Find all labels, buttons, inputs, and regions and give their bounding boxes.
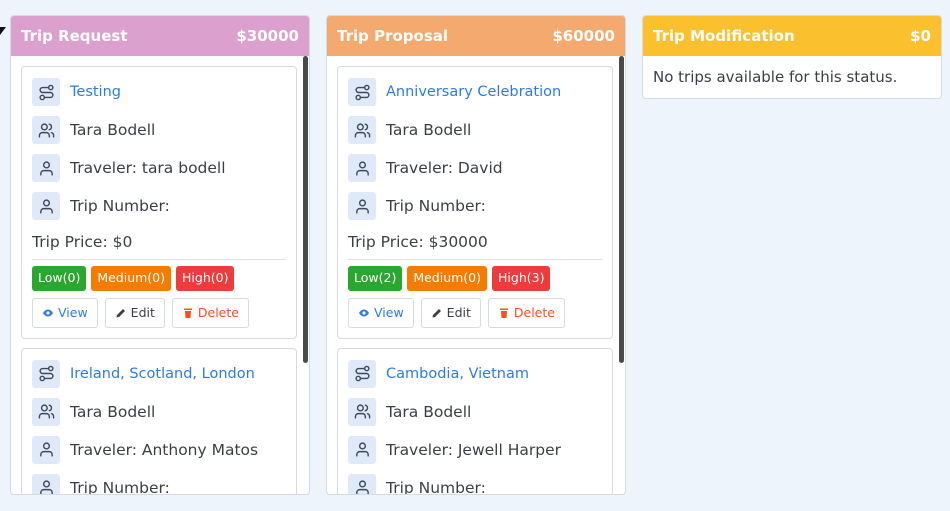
- client-name: Tara Bodell: [386, 121, 472, 139]
- route-icon: [348, 78, 376, 106]
- scrollbar[interactable]: [619, 56, 624, 363]
- user-icon: [348, 473, 376, 494]
- traveler-text: Traveler: David: [386, 159, 503, 177]
- users-icon: [32, 116, 60, 144]
- column-trip-modification: Trip Modification $0 No trips available …: [642, 15, 942, 99]
- column-trip-proposal: Trip Proposal $60000 Anniversary Celebra…: [326, 15, 626, 495]
- column-body[interactable]: Anniversary Celebration Tara Bodell Trav…: [327, 56, 625, 494]
- trip-name-link[interactable]: Ireland, Scotland, London: [70, 366, 255, 382]
- trip-price: Trip Price: $30000: [348, 225, 602, 260]
- priority-low-badge[interactable]: Low(2): [348, 266, 403, 291]
- user-icon: [32, 154, 60, 182]
- eye-icon: [359, 309, 369, 316]
- users-icon: [348, 397, 376, 426]
- delete-label: Delete: [197, 305, 239, 320]
- user-icon: [348, 435, 376, 464]
- view-label: View: [58, 305, 88, 320]
- traveler-text: Traveler: Jewell Harper: [386, 440, 561, 459]
- column-header: Trip Proposal $60000: [327, 16, 625, 56]
- trip-name-link[interactable]: Testing: [70, 84, 121, 100]
- priority-high-badge[interactable]: High(0): [176, 266, 235, 291]
- empty-state-text: No trips available for this status.: [653, 68, 898, 86]
- view-button[interactable]: View: [32, 297, 98, 328]
- trash-icon: [183, 308, 192, 318]
- edit-label: Edit: [446, 305, 471, 320]
- trip-name-link[interactable]: Cambodia, Vietnam: [386, 366, 529, 382]
- pencil-icon: [116, 308, 125, 317]
- users-icon: [32, 397, 60, 426]
- trip-card: Anniversary Celebration Tara Bodell Trav…: [337, 66, 613, 339]
- route-icon: [348, 359, 376, 388]
- user-icon: [32, 473, 60, 494]
- scrollbar[interactable]: [303, 56, 308, 363]
- trip-number-text: Trip Number:: [386, 478, 486, 495]
- priority-low-badge[interactable]: Low(0): [32, 266, 87, 291]
- trip-number-text: Trip Number:: [386, 197, 486, 215]
- users-icon: [348, 116, 376, 144]
- route-icon: [32, 78, 60, 106]
- traveler-text: Traveler: Anthony Matos: [70, 440, 259, 459]
- user-icon: [32, 192, 60, 220]
- delete-label: Delete: [513, 305, 555, 320]
- trip-number-text: Trip Number:: [70, 478, 170, 495]
- column-title: Trip Modification: [653, 27, 795, 45]
- view-label: View: [374, 305, 404, 320]
- delete-button[interactable]: Delete: [171, 297, 249, 328]
- column-total: $30000: [236, 27, 299, 45]
- column-total: $0: [910, 27, 931, 45]
- edit-label: Edit: [130, 305, 155, 320]
- priority-medium-badge[interactable]: Medium(0): [91, 266, 172, 291]
- eye-icon: [43, 309, 53, 316]
- route-icon: [32, 359, 60, 388]
- column-body[interactable]: Testing Tara Bodell Traveler: tara bodel…: [11, 56, 309, 494]
- column-title: Trip Request: [21, 27, 128, 45]
- trip-card: Ireland, Scotland, London Tara Bodell Tr…: [21, 347, 297, 495]
- priority-high-badge[interactable]: High(3): [492, 266, 551, 291]
- trash-icon: [499, 308, 508, 318]
- user-icon: [32, 435, 60, 464]
- view-button[interactable]: View: [348, 297, 414, 328]
- client-name: Tara Bodell: [386, 402, 472, 421]
- trip-price: Trip Price: $0: [32, 225, 286, 260]
- delete-button[interactable]: Delete: [487, 297, 565, 328]
- pencil-icon: [432, 308, 441, 317]
- user-icon: [348, 154, 376, 182]
- column-total: $60000: [552, 27, 615, 45]
- client-name: Tara Bodell: [70, 121, 156, 139]
- edit-button[interactable]: Edit: [420, 297, 481, 328]
- client-name: Tara Bodell: [70, 402, 156, 421]
- trip-card: Testing Tara Bodell Traveler: tara bodel…: [21, 66, 297, 339]
- column-header: Trip Request $30000: [11, 16, 309, 56]
- user-icon: [348, 192, 376, 220]
- edit-button[interactable]: Edit: [104, 297, 165, 328]
- column-header: Trip Modification $0: [643, 16, 941, 56]
- mouse-cursor: [0, 27, 6, 35]
- column-trip-request: Trip Request $30000 Testing Tara Bodell …: [10, 15, 310, 495]
- column-title: Trip Proposal: [337, 27, 449, 45]
- priority-medium-badge[interactable]: Medium(0): [407, 266, 488, 291]
- trip-name-link[interactable]: Anniversary Celebration: [386, 84, 561, 100]
- trip-card: Cambodia, Vietnam Tara Bodell Traveler: …: [337, 347, 613, 495]
- traveler-text: Traveler: tara bodell: [70, 159, 226, 177]
- trip-number-text: Trip Number:: [70, 197, 170, 215]
